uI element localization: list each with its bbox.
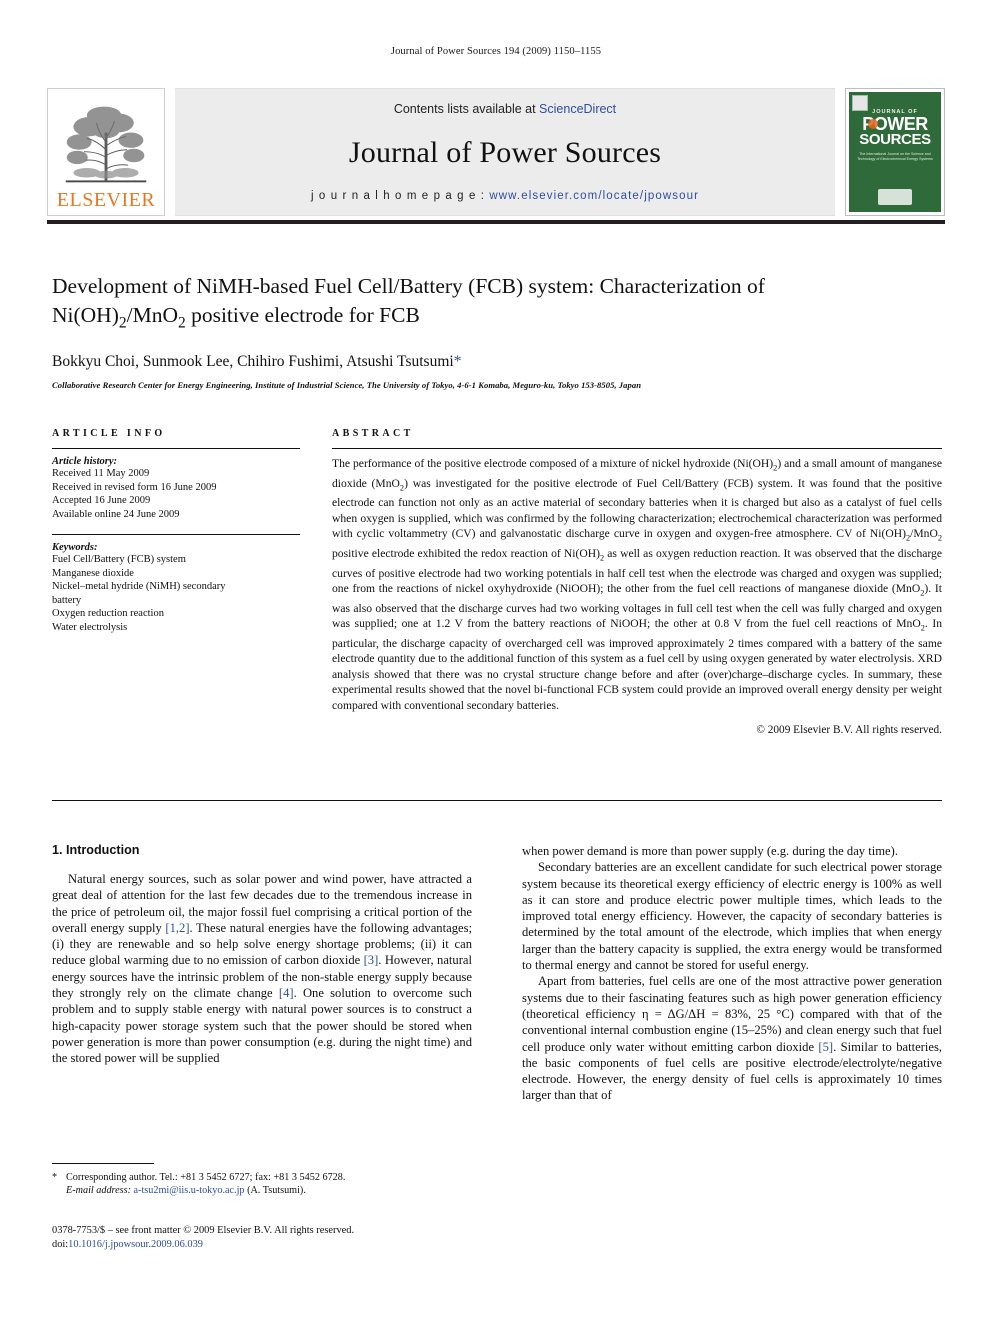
section-title-introduction: 1. Introduction [52, 843, 140, 857]
author-names: Bokkyu Choi, Sunmook Lee, Chihiro Fushim… [52, 353, 454, 371]
cover-art: JOURNAL OF POWER SOURCES The Internation… [849, 92, 941, 212]
doi-link[interactable]: 10.1016/j.jpowsour.2009.06.039 [68, 1239, 203, 1250]
cover-subtitle: The International Journal on the Science… [857, 152, 933, 161]
homepage-prefix: j o u r n a l h o m e p a g e : [310, 190, 490, 202]
cover-sources-word: SOURCES [859, 131, 931, 148]
history-online: Available online 24 June 2009 [52, 508, 180, 520]
cover-elsevier-mark-icon [852, 95, 868, 111]
sciencedirect-link[interactable]: ScienceDirect [539, 102, 616, 116]
abstract-text: The performance of the positive electrod… [332, 457, 942, 712]
footnote-star-marker: * [52, 1172, 58, 1183]
history-received: Received 11 May 2009 [52, 468, 150, 479]
corresponding-author-note: Corresponding author. Tel.: +81 3 5452 6… [66, 1172, 346, 1183]
doi-line: doi:10.1016/j.jpowsour.2009.06.039 [52, 1238, 482, 1252]
paper-page: Journal of Power Sources 194 (2009) 1150… [0, 0, 992, 1323]
title-block: Development of NiMH-based Fuel Cell/Batt… [52, 272, 942, 390]
homepage-url-link[interactable]: www.elsevier.com/locate/jpowsour [489, 190, 699, 202]
keyword-item: Oxygen reduction reaction [52, 608, 164, 619]
email-line: E-mail address: a-tsu2mi@iis.u-tokyo.ac.… [52, 1184, 472, 1197]
journal-title: Journal of Power Sources [348, 136, 662, 169]
cover-power-word: POWER [862, 114, 928, 134]
keyword-item: Nickel–metal hydride (NiMH) secondary [52, 581, 226, 592]
history-accepted: Accepted 16 June 2009 [52, 495, 151, 506]
email-address-link[interactable]: a-tsu2mi@iis.u-tokyo.ac.jp [134, 1185, 245, 1196]
keywords-label: Keywords: [52, 542, 98, 553]
issn-front-matter-line: 0378-7753/$ – see front matter © 2009 El… [52, 1225, 355, 1236]
contents-prefix: Contents lists available at [393, 102, 540, 116]
email-address-label: E-mail address: [66, 1185, 131, 1197]
body-column-right: when power demand is more than power sup… [522, 843, 942, 1104]
keyword-item: Water electrolysis [52, 621, 128, 633]
intro-paragraph-secondary-batteries: Secondary batteries are an excellent can… [522, 860, 942, 973]
body-columns: 1. Introduction Natural energy sources, … [52, 843, 942, 1104]
corresponding-author-marker[interactable]: * [454, 353, 462, 370]
footnote-block: * Corresponding author. Tel.: +81 3 5452 … [52, 1171, 472, 1198]
keyword-item: Manganese dioxide [52, 567, 134, 579]
body-column-left: 1. Introduction Natural energy sources, … [52, 843, 472, 1104]
journal-homepage-line: j o u r n a l h o m e p a g e : www.else… [311, 190, 699, 202]
page-title: Development of NiMH-based Fuel Cell/Batt… [52, 272, 942, 337]
intro-paragraph-left: Natural energy sources, such as solar po… [52, 872, 472, 1066]
article-history-label: Article history: [52, 456, 118, 467]
abstract-heading: ABSTRACT [332, 428, 414, 439]
article-info-column: ARTICLE INFO Article history: Received 1… [52, 428, 300, 736]
cover-publisher-badge-icon [878, 189, 912, 205]
footnote-rule [52, 1163, 154, 1164]
history-revised: Received in revised form 16 June 2009 [52, 481, 217, 493]
info-divider-top [52, 448, 300, 449]
title-line-1: Development of NiMH-based Fuel Cell/Batt… [52, 274, 765, 298]
title-line-2b: /MnO [126, 303, 178, 327]
doi-label: doi: [52, 1238, 69, 1250]
column-gap [300, 428, 332, 736]
masthead-center: Contents lists available at ScienceDirec… [175, 88, 835, 216]
title-line-2c: positive electrode for FCB [185, 303, 420, 327]
elsevier-logo: ELSEVIER [47, 88, 165, 216]
masthead-bottom-rule [47, 220, 945, 224]
author-list: Bokkyu Choi, Sunmook Lee, Chihiro Fushim… [52, 353, 942, 371]
intro-paragraph-continuation: when power demand is more than power sup… [522, 844, 898, 858]
elsevier-wordmark: ELSEVIER [56, 189, 156, 211]
abstract-bottom-rule [52, 800, 942, 801]
elsevier-tree-icon [65, 106, 147, 183]
article-info-heading: ARTICLE INFO [52, 428, 166, 439]
contents-available-line: Contents lists available at ScienceDirec… [394, 102, 616, 116]
journal-masthead: ELSEVIER Contents lists available at Sci… [47, 88, 945, 216]
info-divider-keywords [52, 534, 300, 535]
affiliation: Collaborative Research Center for Energy… [52, 380, 642, 391]
running-head: Journal of Power Sources 194 (2009) 1150… [390, 46, 602, 57]
abstract-column: ABSTRACT The performance of the positive… [332, 428, 942, 736]
keyword-item: battery [52, 594, 82, 606]
intro-paragraph-fuel-cells: Apart from batteries, fuel cells are one… [522, 974, 942, 1103]
email-owner: (A. Tsutsumi). [247, 1185, 306, 1197]
abstract-divider-top [332, 448, 942, 449]
title-sub-1: 2 [118, 314, 127, 332]
copyright-line: © 2009 Elsevier B.V. All rights reserved… [756, 723, 942, 736]
keyword-item: Fuel Cell/Battery (FCB) system [52, 554, 186, 565]
issn-doi-block: 0378-7753/$ – see front matter © 2009 El… [52, 1224, 482, 1251]
body-column-gap [472, 843, 522, 1104]
title-line-2a: Ni(OH) [52, 303, 119, 327]
info-abstract-region: ARTICLE INFO Article history: Received 1… [52, 428, 942, 736]
title-sub-2: 2 [177, 314, 186, 332]
journal-cover-thumbnail: JOURNAL OF POWER SOURCES The Internation… [845, 88, 945, 216]
